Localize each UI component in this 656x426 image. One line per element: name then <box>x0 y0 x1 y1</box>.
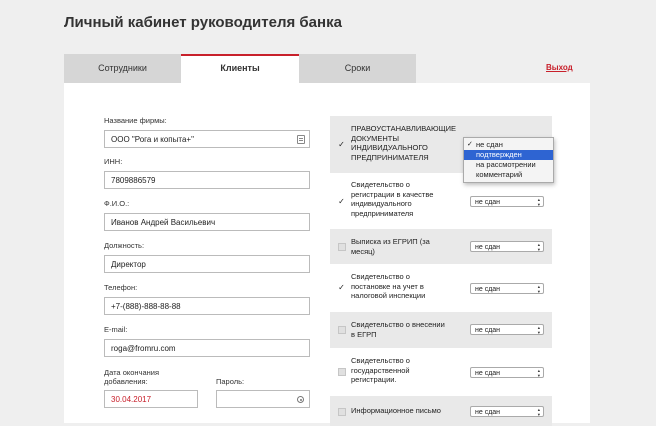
document-row: Выписка из ЕГРИП (за месяц) не сдан <box>330 229 552 264</box>
document-row: Информационное письмо не сдан <box>330 396 552 426</box>
document-checkbox[interactable] <box>338 243 346 251</box>
status-select[interactable]: не сдан <box>470 241 544 252</box>
dropdown-option[interactable]: ✓ не сдан <box>464 140 553 150</box>
fio-input[interactable]: Иванов Андрей Васильевич <box>104 213 310 231</box>
document-row: Свидетельство о внесении в ЕГРП не сдан <box>330 312 552 348</box>
document-title: Свидетельство о постановке на учет в налог… <box>351 272 426 300</box>
email-input[interactable]: roga@fromru.com <box>104 339 310 357</box>
page-title: Личный кабинет руководителя банка <box>64 14 342 31</box>
dropdown-option[interactable]: на рассмотрении <box>464 160 553 170</box>
inn-label: ИНН: <box>104 157 123 166</box>
end-date-label-line2: добавления: <box>104 377 148 386</box>
tab-employees[interactable]: Сотрудники <box>64 54 181 83</box>
dropdown-option[interactable]: подтвержден <box>464 150 553 160</box>
status-select[interactable]: не сдан <box>470 324 544 335</box>
document-checkbox[interactable]: ✓ <box>338 141 345 149</box>
check-icon: ✓ <box>467 141 473 148</box>
client-card: Название фирмы: ООО "Рога и копыта+" ИНН… <box>64 83 590 426</box>
company-label: Название фирмы: <box>104 116 167 125</box>
document-title: Выписка из ЕГРИП (за месяц) <box>351 237 430 256</box>
phone-label: Телефон: <box>104 283 138 292</box>
position-input[interactable]: Директор <box>104 255 310 273</box>
status-dropdown-menu: ✓ не сдан подтвержден на рассмотрении ком… <box>463 137 554 183</box>
document-checkbox[interactable]: ✓ <box>338 284 345 292</box>
status-select[interactable]: не сдан <box>470 367 544 378</box>
contact-card-icon[interactable] <box>297 135 305 144</box>
end-date-label-line1: Дата окончания <box>104 368 160 377</box>
dropdown-option[interactable]: комментарий <box>464 170 553 180</box>
status-select[interactable]: не сдан <box>470 406 544 417</box>
document-row: Свидетельство о государственной регистраци… <box>330 348 552 396</box>
password-input[interactable] <box>216 390 310 408</box>
tab-bar: Сотрудники Клиенты Сроки <box>64 54 590 84</box>
logout-link[interactable]: Выход <box>546 63 573 72</box>
document-title: Свидетельство о регистрации в качестве инд… <box>351 180 434 218</box>
tab-deadlines[interactable]: Сроки <box>299 54 416 83</box>
show-password-icon[interactable] <box>297 396 304 403</box>
inn-input[interactable]: 7809886579 <box>104 171 310 189</box>
phone-input[interactable]: +7-(888)-888-88-88 <box>104 297 310 315</box>
status-select[interactable]: не сдан <box>470 196 544 207</box>
tab-clients[interactable]: Клиенты <box>181 54 299 84</box>
password-label: Пароль: <box>216 377 245 386</box>
document-checkbox[interactable] <box>338 408 346 416</box>
position-label: Должность: <box>104 241 145 250</box>
document-title: Свидетельство о государственной регистраци… <box>351 356 410 384</box>
status-select[interactable]: не сдан <box>470 283 544 294</box>
fio-label: Ф.И.О.: <box>104 199 130 208</box>
company-input[interactable]: ООО "Рога и копыта+" <box>104 130 310 148</box>
document-row: ✓ Свидетельство о постановке на учет в нал… <box>330 264 552 312</box>
company-value: ООО "Рога и копыта+" <box>111 135 194 144</box>
document-title: Информационное письмо <box>351 406 441 415</box>
document-checkbox[interactable]: ✓ <box>338 198 345 206</box>
document-checkbox[interactable] <box>338 326 346 334</box>
document-checkbox[interactable] <box>338 368 346 376</box>
document-title: Свидетельство о внесении в ЕГРП <box>351 320 445 339</box>
end-date-label: Дата окончания добавления: <box>104 368 159 386</box>
end-date-input[interactable]: 30.04.2017 <box>104 390 198 408</box>
email-label: E-mail: <box>104 325 128 334</box>
document-title: ПРАВОУСТАНАВЛИВАЮЩИЕ ДОКУМЕНТЫ ИНДИВИДУАЛЬ… <box>351 124 456 162</box>
